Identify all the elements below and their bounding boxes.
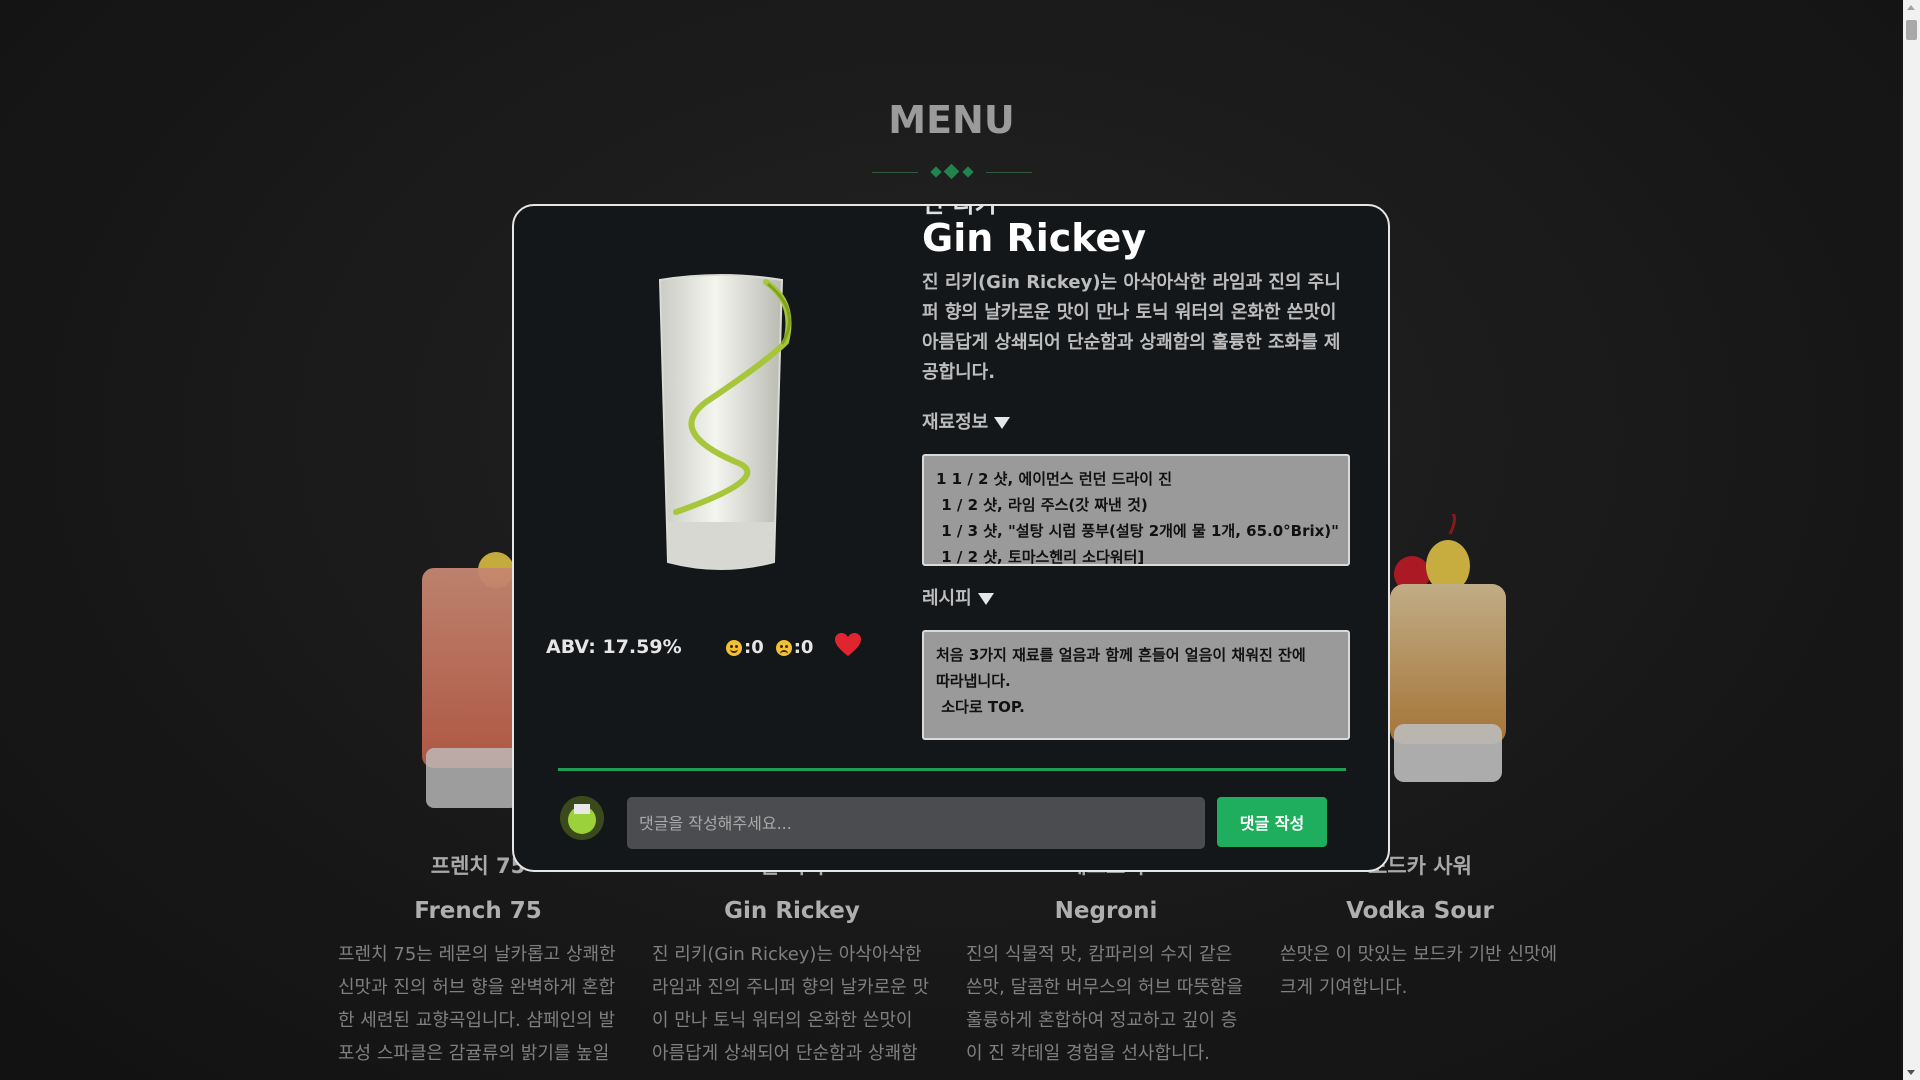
recipe-line: 소다로 TOP.	[936, 698, 1025, 716]
avatar	[560, 796, 604, 840]
dislike-count: :0	[793, 637, 814, 658]
ingredients-label: 재료정보	[922, 412, 989, 433]
ingredient-line: 1 / 2 샷, 라임 주스(갓 짜낸 것)	[936, 496, 1148, 514]
comment-input[interactable]	[627, 797, 1205, 849]
gin-rickey-image	[658, 274, 792, 570]
recipe-toggle[interactable]: 레시피	[922, 584, 994, 610]
abv-value: ABV: 17.59%	[546, 636, 682, 658]
ingredient-line: 1 / 3 샷, "설탕 시럽 풍부(설탕 2개에 물 1개, 65.0°Bri…	[936, 522, 1339, 540]
ingredients-box[interactable]: 1 1 / 2 샷, 에이먼스 런던 드라이 진 1 / 2 샷, 라임 주스(…	[922, 454, 1350, 566]
scroll-down-arrow-icon[interactable]	[1907, 1070, 1915, 1075]
ingredient-line: 1 / 2 샷, 토마스헨리 소다워터]	[936, 548, 1145, 566]
ingredients-toggle[interactable]: 재료정보	[922, 408, 1011, 434]
recipe-box[interactable]: 처음 3가지 재료를 얼음과 함께 흔들어 얼음이 채워진 잔에 따라냅니다. …	[922, 630, 1350, 740]
like-count: :0	[744, 637, 764, 658]
cocktail-detail-modal: 진 리키 Gin Rickey 진 리키(Gin Rickey)는 아삭아삭한 …	[512, 204, 1390, 872]
recipe-line: 따라냅니다.	[936, 672, 1011, 690]
sad-emoji-icon	[775, 640, 792, 656]
submit-comment-button[interactable]: 댓글 작성	[1217, 797, 1327, 847]
dislike-reaction[interactable]: :0	[775, 637, 814, 658]
modal-description: 진 리키(Gin Rickey)는 아삭아삭한 라임과 진의 주니퍼 향의 날카…	[922, 272, 1341, 383]
heart-icon[interactable]	[834, 632, 862, 658]
menu-page: MENU 프렌치 75 French 75 프렌치 75는 레몬의 날카롭고 상…	[0, 0, 1903, 1080]
page-scrollbar[interactable]	[1903, 0, 1920, 1080]
caret-down-icon	[994, 417, 1011, 429]
recipe-line: 처음 3가지 재료를 얼음과 함께 흔들어 얼음이 채워진 잔에	[936, 646, 1306, 664]
caret-down-icon	[977, 593, 994, 605]
like-reaction[interactable]: :0	[726, 637, 764, 658]
scroll-up-arrow-icon[interactable]	[1907, 5, 1915, 10]
smile-emoji-icon	[726, 640, 742, 656]
scrollbar-thumb[interactable]	[1906, 20, 1917, 40]
ingredient-line: 1 1 / 2 샷, 에이먼스 런던 드라이 진	[936, 470, 1173, 488]
recipe-label: 레시피	[922, 588, 972, 609]
modal-title: Gin Rickey	[922, 216, 1147, 260]
reaction-counts: :0 :0	[726, 637, 813, 658]
comment-divider	[558, 768, 1346, 771]
